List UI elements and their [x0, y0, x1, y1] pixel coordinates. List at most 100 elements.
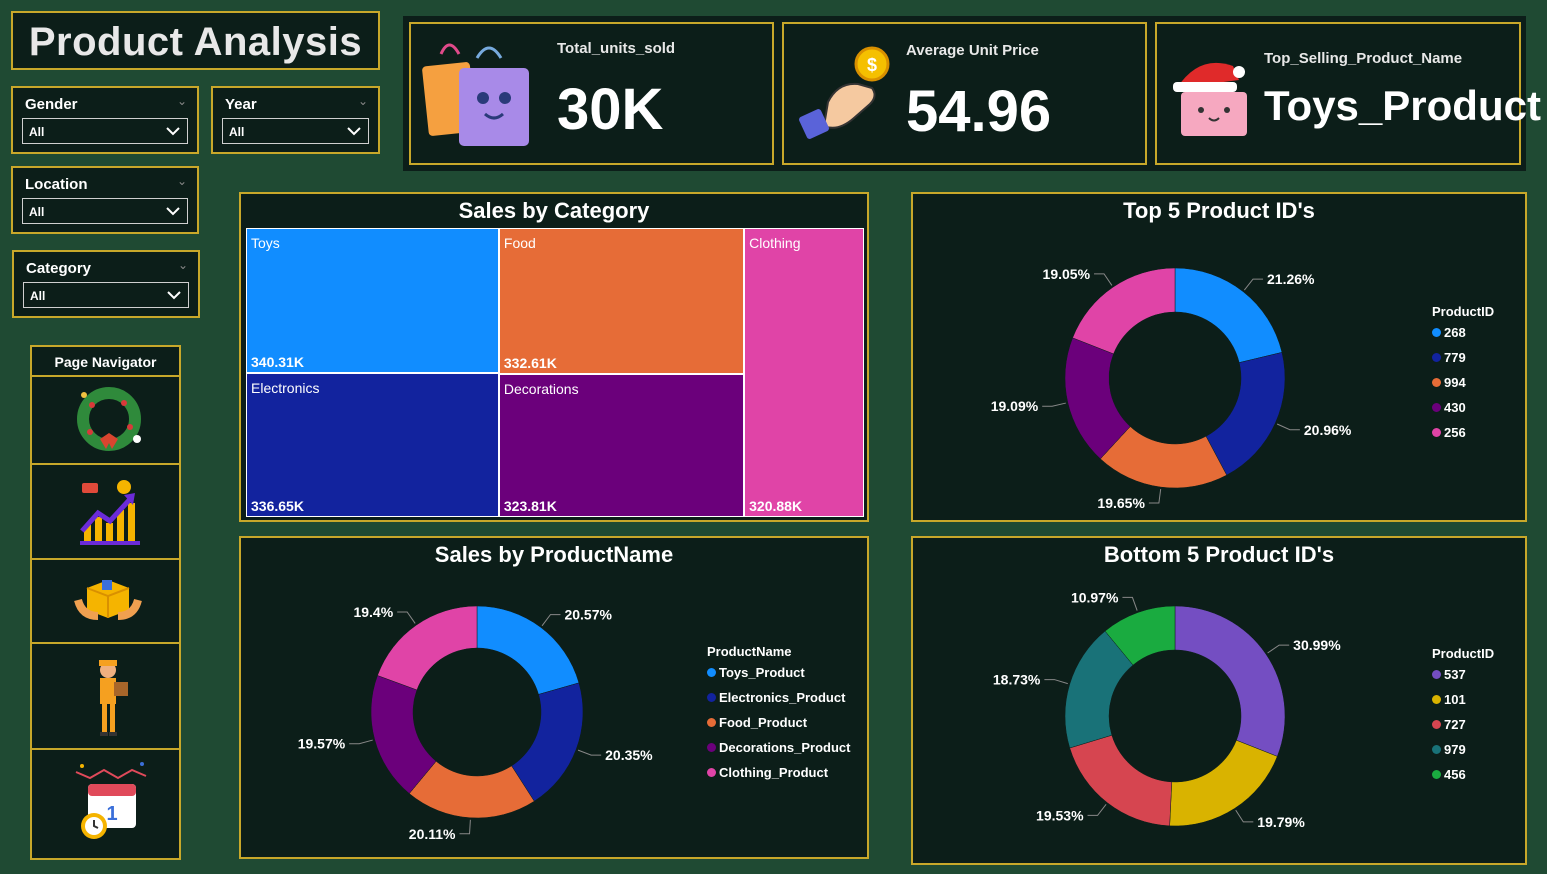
legend-item[interactable]: Toys_Product — [707, 665, 850, 690]
collapse-icon[interactable]: ⌄ — [177, 174, 187, 188]
donut-data-label: 19.65% — [1097, 495, 1145, 511]
christmas-wreath-icon — [77, 387, 141, 451]
legend-marker — [1432, 328, 1441, 337]
legend-label: 779 — [1444, 350, 1466, 365]
collapse-icon[interactable]: ⌄ — [178, 258, 188, 272]
donut-data-label: 19.57% — [298, 736, 346, 752]
donut-data-label: 20.96% — [1304, 422, 1352, 438]
nav-button-christmas[interactable] — [32, 377, 179, 465]
santa-gift-bag-icon — [1173, 62, 1247, 136]
page-navigator-title: Page Navigator — [32, 347, 179, 377]
bottom5-donut-chart: 30.99% 19.79% 19.53% 18.73% 10.97% — [993, 589, 1341, 829]
gender-dropdown[interactable]: All — [22, 118, 188, 144]
legend-item[interactable]: 994 — [1432, 375, 1494, 400]
sales-by-productname-card: Sales by ProductName 20.57% 20.35% 20.11% 1… — [239, 536, 869, 859]
leader-line — [349, 739, 373, 745]
leader-line — [541, 614, 561, 627]
chevron-down-icon — [167, 291, 181, 300]
donut-data-label: 19.4% — [353, 604, 393, 620]
leader-line — [1267, 644, 1290, 654]
treemap-cell-food[interactable]: Food 332.61K — [498, 228, 745, 375]
nav-button-delivery[interactable] — [32, 644, 179, 750]
category-treemap: Toys 340.31K Electronics 336.65K Food 332.61K… — [246, 228, 864, 517]
legend-marker — [1432, 670, 1441, 679]
leader-line — [1276, 423, 1300, 431]
donut-slice-727[interactable] — [1069, 734, 1173, 827]
page-title: Product Analysis — [28, 20, 363, 64]
kpi-total-units-label: Total_units_sold — [557, 40, 676, 57]
location-dropdown[interactable]: All — [22, 198, 188, 224]
legend-marker — [1432, 428, 1441, 437]
treemap-category-label: Food — [503, 235, 536, 251]
nav-button-package[interactable] — [32, 560, 179, 644]
legend-label: 256 — [1444, 425, 1466, 440]
legend-item[interactable]: 430 — [1432, 400, 1494, 425]
legend-item[interactable]: 779 — [1432, 350, 1494, 375]
donut-data-label: 19.05% — [1043, 266, 1091, 282]
category-slicer: Category ⌄ All — [12, 250, 200, 318]
legend-item[interactable]: 101 — [1432, 692, 1494, 717]
collapse-icon[interactable]: ⌄ — [358, 94, 368, 108]
legend-marker — [707, 668, 716, 677]
legend-marker — [1432, 770, 1441, 779]
legend-marker — [707, 693, 716, 702]
collapse-icon[interactable]: ⌄ — [177, 94, 187, 108]
treemap-cell-clothing[interactable]: Clothing 320.88K — [744, 228, 864, 517]
year-dropdown[interactable]: All — [222, 118, 369, 144]
legend-marker — [1432, 353, 1441, 362]
legend-marker — [1432, 378, 1441, 387]
leader-line — [1087, 804, 1107, 816]
kpi-avg-price-label: Average Unit Price — [906, 42, 1039, 59]
legend-label: Electronics_Product — [719, 690, 846, 705]
donut-slice-779[interactable] — [1205, 352, 1286, 476]
legend-label: Food_Product — [719, 715, 808, 730]
legend-item[interactable]: 537 — [1432, 667, 1494, 692]
legend-item[interactable]: Clothing_Product — [707, 765, 850, 790]
kpi-top-product-label: Top_Selling_Product_Name — [1264, 50, 1463, 67]
legend-label: 994 — [1444, 375, 1466, 390]
treemap-cell-decorations[interactable]: Decorations 323.81K — [498, 374, 745, 517]
kpi-top-product-value: Toys_Product — [1264, 82, 1541, 129]
legend-label: 430 — [1444, 400, 1466, 415]
legend-item[interactable]: 268 — [1432, 325, 1494, 350]
donut-slice-537[interactable] — [1174, 605, 1286, 757]
gender-slicer: Gender ⌄ All — [11, 86, 199, 154]
chevron-down-icon — [347, 127, 361, 136]
legend-item[interactable]: 979 — [1432, 742, 1494, 767]
donut-data-label: 19.53% — [1036, 807, 1084, 823]
legend-item[interactable]: 256 — [1432, 425, 1494, 450]
treemap-category-label: Clothing — [749, 235, 801, 251]
leader-line — [1094, 273, 1113, 286]
legend-item[interactable]: 727 — [1432, 717, 1494, 742]
year-selected-value: All — [229, 125, 245, 139]
treemap-cell-toys[interactable]: Toys 340.31K — [246, 228, 499, 374]
treemap-cell-electronics[interactable]: Electronics 336.65K — [246, 373, 499, 517]
kpi-total-units: Total_units_sold 30K — [409, 22, 774, 165]
leader-line — [1044, 679, 1068, 685]
gender-slicer-label: Gender — [25, 96, 78, 113]
chart-title: Sales by Category — [458, 198, 650, 223]
bottom5-legend: ProductID 537 101 727 979 456 — [1432, 646, 1494, 792]
location-selected-value: All — [29, 205, 45, 219]
legend-marker — [1432, 695, 1441, 704]
legend-item[interactable]: 456 — [1432, 767, 1494, 792]
svg-text:$: $ — [867, 55, 877, 75]
donut-data-label: 20.57% — [564, 607, 612, 623]
location-slicer: Location ⌄ All — [11, 166, 199, 234]
legend-label: 456 — [1444, 767, 1466, 782]
leader-line — [459, 819, 471, 835]
bottom5-product-ids-card: Bottom 5 Product ID's 30.99% 19.79% 19.53%… — [911, 536, 1527, 865]
nav-button-growth[interactable] — [32, 465, 179, 560]
category-dropdown[interactable]: All — [23, 282, 189, 308]
growth-chart-icon — [80, 480, 140, 545]
productname-donut-chart: 20.57% 20.35% 20.11% 19.57% 19.4% — [298, 604, 653, 842]
legend-title: ProductID — [1432, 646, 1495, 661]
legend-item[interactable]: Decorations_Product — [707, 740, 850, 765]
leader-line — [1122, 596, 1138, 611]
legend-item[interactable]: Electronics_Product — [707, 690, 850, 715]
donut-slice-268[interactable] — [1174, 267, 1283, 363]
legend-item[interactable]: Food_Product — [707, 715, 850, 740]
nav-button-calendar[interactable]: 1 — [32, 750, 179, 858]
leader-line — [1235, 809, 1254, 823]
leader-line — [577, 749, 602, 756]
